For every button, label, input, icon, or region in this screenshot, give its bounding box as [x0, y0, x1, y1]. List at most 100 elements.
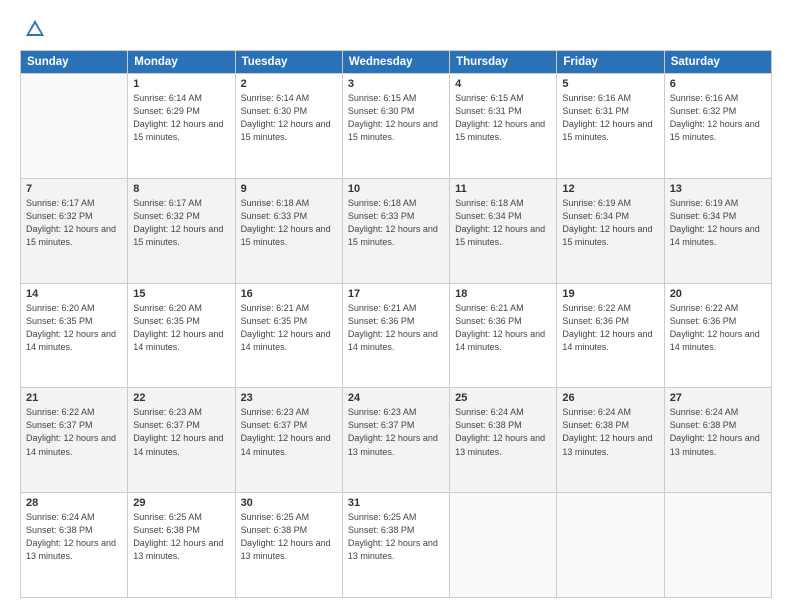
table-row: 31 Sunrise: 6:25 AMSunset: 6:38 PMDayligh…	[342, 493, 449, 598]
day-number: 30	[241, 497, 337, 509]
day-info: Sunrise: 6:15 AMSunset: 6:30 PMDaylight:…	[348, 92, 444, 144]
day-number: 9	[241, 183, 337, 195]
day-number: 18	[455, 288, 551, 300]
day-info: Sunrise: 6:23 AMSunset: 6:37 PMDaylight:…	[348, 406, 444, 458]
day-number: 10	[348, 183, 444, 195]
calendar-week-row: 7 Sunrise: 6:17 AMSunset: 6:32 PMDaylight…	[21, 178, 772, 283]
day-info: Sunrise: 6:21 AMSunset: 6:36 PMDaylight:…	[455, 302, 551, 354]
table-row: 10 Sunrise: 6:18 AMSunset: 6:33 PMDayligh…	[342, 178, 449, 283]
day-info: Sunrise: 6:22 AMSunset: 6:36 PMDaylight:…	[562, 302, 658, 354]
day-number: 29	[133, 497, 229, 509]
table-row: 3 Sunrise: 6:15 AMSunset: 6:30 PMDaylight…	[342, 74, 449, 179]
day-number: 27	[670, 392, 766, 404]
day-number: 4	[455, 78, 551, 90]
table-row	[21, 74, 128, 179]
table-row	[664, 493, 771, 598]
calendar-header-row: Sunday Monday Tuesday Wednesday Thursday…	[21, 51, 772, 74]
table-row: 25 Sunrise: 6:24 AMSunset: 6:38 PMDayligh…	[450, 388, 557, 493]
day-info: Sunrise: 6:25 AMSunset: 6:38 PMDaylight:…	[241, 511, 337, 563]
page: Sunday Monday Tuesday Wednesday Thursday…	[0, 0, 792, 612]
day-number: 12	[562, 183, 658, 195]
day-number: 5	[562, 78, 658, 90]
day-number: 11	[455, 183, 551, 195]
table-row: 24 Sunrise: 6:23 AMSunset: 6:37 PMDayligh…	[342, 388, 449, 493]
col-tuesday: Tuesday	[235, 51, 342, 74]
logo	[20, 18, 48, 40]
day-info: Sunrise: 6:20 AMSunset: 6:35 PMDaylight:…	[26, 302, 122, 354]
day-number: 26	[562, 392, 658, 404]
col-wednesday: Wednesday	[342, 51, 449, 74]
day-number: 2	[241, 78, 337, 90]
day-number: 22	[133, 392, 229, 404]
day-number: 31	[348, 497, 444, 509]
table-row: 15 Sunrise: 6:20 AMSunset: 6:35 PMDayligh…	[128, 283, 235, 388]
table-row: 17 Sunrise: 6:21 AMSunset: 6:36 PMDayligh…	[342, 283, 449, 388]
day-number: 16	[241, 288, 337, 300]
table-row: 6 Sunrise: 6:16 AMSunset: 6:32 PMDaylight…	[664, 74, 771, 179]
day-number: 6	[670, 78, 766, 90]
day-info: Sunrise: 6:15 AMSunset: 6:31 PMDaylight:…	[455, 92, 551, 144]
day-number: 28	[26, 497, 122, 509]
day-info: Sunrise: 6:19 AMSunset: 6:34 PMDaylight:…	[562, 197, 658, 249]
day-info: Sunrise: 6:21 AMSunset: 6:35 PMDaylight:…	[241, 302, 337, 354]
table-row: 20Sunrise: 6:22 AMSunset: 6:36 PMDayligh…	[664, 283, 771, 388]
day-info: Sunrise: 6:22 AMSunset: 6:36 PMDaylight:…	[670, 302, 766, 354]
day-number: 23	[241, 392, 337, 404]
day-info: Sunrise: 6:24 AMSunset: 6:38 PMDaylight:…	[455, 406, 551, 458]
header	[20, 18, 772, 40]
day-info: Sunrise: 6:20 AMSunset: 6:35 PMDaylight:…	[133, 302, 229, 354]
table-row: 4 Sunrise: 6:15 AMSunset: 6:31 PMDaylight…	[450, 74, 557, 179]
day-info: Sunrise: 6:22 AMSunset: 6:37 PMDaylight:…	[26, 406, 122, 458]
col-thursday: Thursday	[450, 51, 557, 74]
day-number: 13	[670, 183, 766, 195]
day-number: 24	[348, 392, 444, 404]
table-row: 29 Sunrise: 6:25 AMSunset: 6:38 PMDayligh…	[128, 493, 235, 598]
table-row	[557, 493, 664, 598]
day-number: 1	[133, 78, 229, 90]
calendar-week-row: 1Sunrise: 6:14 AMSunset: 6:29 PMDaylight…	[21, 74, 772, 179]
day-info: Sunrise: 6:18 AMSunset: 6:33 PMDaylight:…	[348, 197, 444, 249]
col-saturday: Saturday	[664, 51, 771, 74]
logo-icon	[24, 18, 46, 40]
day-number: 21	[26, 392, 122, 404]
day-info: Sunrise: 6:24 AMSunset: 6:38 PMDaylight:…	[670, 406, 766, 458]
day-number: 8	[133, 183, 229, 195]
table-row	[450, 493, 557, 598]
table-row: 26 Sunrise: 6:24 AMSunset: 6:38 PMDayligh…	[557, 388, 664, 493]
day-number: 3	[348, 78, 444, 90]
table-row: 23Sunrise: 6:23 AMSunset: 6:37 PMDayligh…	[235, 388, 342, 493]
table-row: 14 Sunrise: 6:20 AMSunset: 6:35 PMDayligh…	[21, 283, 128, 388]
table-row: 19 Sunrise: 6:22 AMSunset: 6:36 PMDayligh…	[557, 283, 664, 388]
day-number: 19	[562, 288, 658, 300]
day-info: Sunrise: 6:25 AMSunset: 6:38 PMDaylight:…	[133, 511, 229, 563]
table-row: 2 Sunrise: 6:14 AMSunset: 6:30 PMDaylight…	[235, 74, 342, 179]
day-number: 7	[26, 183, 122, 195]
day-info: Sunrise: 6:21 AMSunset: 6:36 PMDaylight:…	[348, 302, 444, 354]
calendar-week-row: 21 Sunrise: 6:22 AMSunset: 6:37 PMDayligh…	[21, 388, 772, 493]
day-info: Sunrise: 6:24 AMSunset: 6:38 PMDaylight:…	[562, 406, 658, 458]
day-info: Sunrise: 6:18 AMSunset: 6:34 PMDaylight:…	[455, 197, 551, 249]
day-number: 25	[455, 392, 551, 404]
table-row: 30 Sunrise: 6:25 AMSunset: 6:38 PMDayligh…	[235, 493, 342, 598]
day-info: Sunrise: 6:16 AMSunset: 6:32 PMDaylight:…	[670, 92, 766, 144]
day-info: Sunrise: 6:17 AMSunset: 6:32 PMDaylight:…	[26, 197, 122, 249]
day-info: Sunrise: 6:16 AMSunset: 6:31 PMDaylight:…	[562, 92, 658, 144]
table-row: 7 Sunrise: 6:17 AMSunset: 6:32 PMDaylight…	[21, 178, 128, 283]
table-row: 22Sunrise: 6:23 AMSunset: 6:37 PMDayligh…	[128, 388, 235, 493]
col-monday: Monday	[128, 51, 235, 74]
day-info: Sunrise: 6:24 AMSunset: 6:38 PMDaylight:…	[26, 511, 122, 563]
table-row: 8Sunrise: 6:17 AMSunset: 6:32 PMDaylight…	[128, 178, 235, 283]
calendar-table: Sunday Monday Tuesday Wednesday Thursday…	[20, 50, 772, 598]
day-number: 15	[133, 288, 229, 300]
day-info: Sunrise: 6:14 AMSunset: 6:30 PMDaylight:…	[241, 92, 337, 144]
calendar-week-row: 28 Sunrise: 6:24 AMSunset: 6:38 PMDayligh…	[21, 493, 772, 598]
table-row: 9Sunrise: 6:18 AMSunset: 6:33 PMDaylight…	[235, 178, 342, 283]
col-friday: Friday	[557, 51, 664, 74]
table-row: 28 Sunrise: 6:24 AMSunset: 6:38 PMDayligh…	[21, 493, 128, 598]
day-info: Sunrise: 6:25 AMSunset: 6:38 PMDaylight:…	[348, 511, 444, 563]
calendar-week-row: 14 Sunrise: 6:20 AMSunset: 6:35 PMDayligh…	[21, 283, 772, 388]
day-info: Sunrise: 6:19 AMSunset: 6:34 PMDaylight:…	[670, 197, 766, 249]
day-number: 17	[348, 288, 444, 300]
col-sunday: Sunday	[21, 51, 128, 74]
day-number: 14	[26, 288, 122, 300]
